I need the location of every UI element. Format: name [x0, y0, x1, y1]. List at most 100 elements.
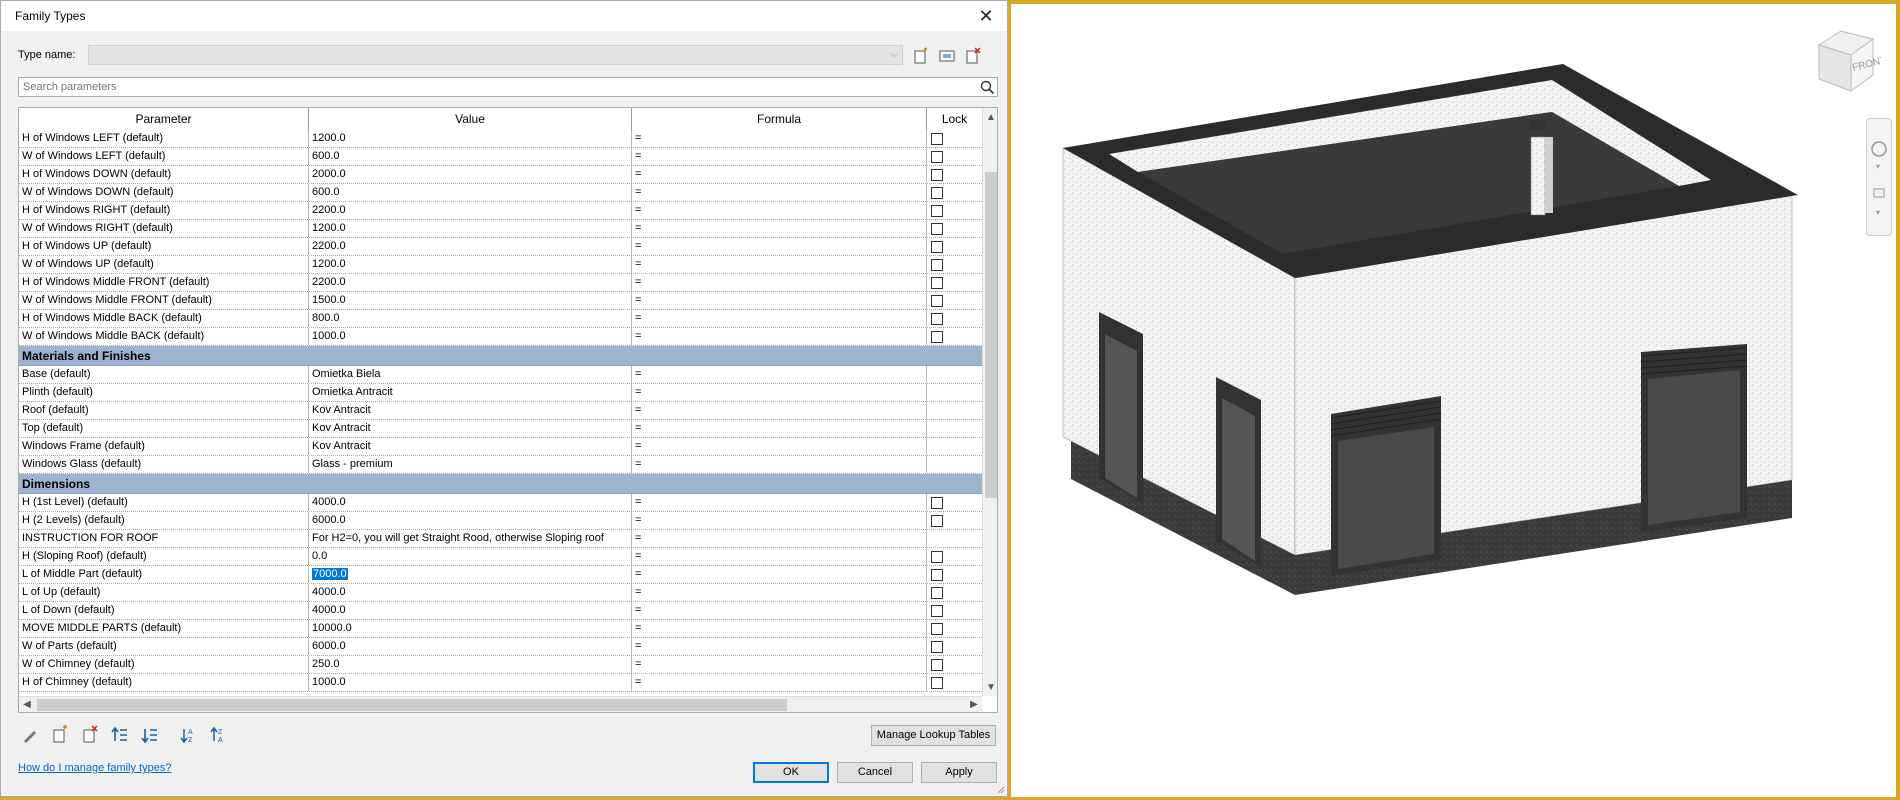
lock-checkbox[interactable] — [931, 677, 943, 689]
parameter-name[interactable]: W of Windows Middle FRONT (default) — [19, 292, 309, 309]
sort-ascending-icon[interactable]: AZ — [178, 725, 198, 745]
parameter-value-cell[interactable]: For H2=0, you will get Straight Rood, ot… — [309, 530, 632, 547]
parameter-value[interactable]: For H2=0, you will get Straight Rood, ot… — [312, 532, 604, 544]
parameter-name[interactable]: L of Up (default) — [19, 584, 309, 601]
parameter-name[interactable]: W of Windows RIGHT (default) — [19, 220, 309, 237]
rename-type-icon[interactable] — [938, 47, 956, 65]
table-row[interactable]: H of Windows Middle BACK (default) 800.0 = — [19, 310, 982, 328]
column-header-parameter[interactable]: Parameter — [19, 108, 309, 130]
parameter-name[interactable]: H (1st Level) (default) — [19, 494, 309, 511]
manage-lookup-tables-button[interactable]: Manage Lookup Tables — [871, 725, 996, 746]
table-row[interactable]: H of Windows LEFT (default) 1200.0 = — [19, 130, 982, 148]
parameter-name[interactable]: Plinth (default) — [19, 384, 309, 401]
horizontal-scroll-thumb[interactable] — [37, 699, 787, 711]
parameter-value-cell[interactable]: 4000.0 — [309, 602, 632, 619]
edit-parameter-icon[interactable] — [20, 725, 40, 745]
parameter-value[interactable]: 1000.0 — [312, 330, 346, 342]
table-row[interactable]: W of Windows Middle FRONT (default) 1500.… — [19, 292, 982, 310]
parameter-value[interactable]: 2200.0 — [312, 204, 346, 216]
lock-checkbox[interactable] — [931, 605, 943, 617]
viewcube[interactable]: FRONT — [1811, 25, 1887, 95]
scroll-down-icon[interactable]: ▼ — [983, 680, 997, 696]
parameter-value-cell[interactable]: 1200.0 — [309, 220, 632, 237]
parameter-value-cell[interactable]: Kov Antracit — [309, 402, 632, 419]
formula-cell[interactable]: = — [632, 402, 927, 419]
parameter-name[interactable]: H (2 Levels) (default) — [19, 512, 309, 529]
formula-cell[interactable]: = — [632, 166, 927, 183]
parameter-value[interactable]: 1200.0 — [312, 222, 346, 234]
parameter-value[interactable]: 6000.0 — [312, 514, 346, 526]
parameter-name[interactable]: Roof (default) — [19, 402, 309, 419]
parameter-name[interactable]: W of Parts (default) — [19, 638, 309, 655]
parameter-name[interactable]: H (Sloping Roof) (default) — [19, 548, 309, 565]
parameter-name[interactable]: H of Windows RIGHT (default) — [19, 202, 309, 219]
parameter-value-cell[interactable]: 800.0 — [309, 310, 632, 327]
lock-checkbox[interactable] — [931, 133, 943, 145]
formula-cell[interactable]: = — [632, 602, 927, 619]
parameter-name[interactable]: W of Windows DOWN (default) — [19, 184, 309, 201]
lock-checkbox[interactable] — [931, 205, 943, 217]
parameter-name[interactable]: W of Windows Middle BACK (default) — [19, 328, 309, 345]
parameter-value[interactable]: 6000.0 — [312, 640, 346, 652]
apply-button[interactable]: Apply — [921, 762, 997, 783]
parameter-name[interactable]: INSTRUCTION FOR ROOF — [19, 530, 309, 547]
parameter-value[interactable]: 1200.0 — [312, 132, 346, 144]
formula-cell[interactable]: = — [632, 148, 927, 165]
formula-cell[interactable]: = — [632, 420, 927, 437]
formula-cell[interactable]: = — [632, 328, 927, 345]
table-row[interactable]: W of Windows DOWN (default) 600.0 = — [19, 184, 982, 202]
lock-checkbox[interactable] — [931, 241, 943, 253]
formula-cell[interactable]: = — [632, 638, 927, 655]
parameter-value-cell[interactable]: 600.0 — [309, 184, 632, 201]
formula-cell[interactable]: = — [632, 238, 927, 255]
formula-cell[interactable]: = — [632, 494, 927, 511]
table-row[interactable]: H (Sloping Roof) (default) 0.0 = — [19, 548, 982, 566]
vertical-scroll-thumb[interactable] — [985, 172, 997, 498]
move-up-icon[interactable] — [110, 725, 130, 745]
lock-checkbox[interactable] — [931, 223, 943, 235]
formula-cell[interactable]: = — [632, 620, 927, 637]
vertical-scrollbar[interactable]: ▲ ▼ — [982, 108, 997, 696]
parameter-name[interactable]: L of Middle Part (default) — [19, 566, 309, 583]
lock-checkbox[interactable] — [931, 659, 943, 671]
table-row[interactable]: H (2 Levels) (default) 6000.0 = — [19, 512, 982, 530]
formula-cell[interactable]: = — [632, 366, 927, 383]
column-header-value[interactable]: Value — [309, 108, 632, 130]
parameter-value-cell[interactable]: 7000.0 — [309, 566, 632, 583]
formula-cell[interactable]: = — [632, 292, 927, 309]
parameter-value-cell[interactable]: Omietka Biela — [309, 366, 632, 383]
parameter-value[interactable]: 2200.0 — [312, 276, 346, 288]
parameter-name[interactable]: W of Windows LEFT (default) — [19, 148, 309, 165]
parameter-value[interactable]: 4000.0 — [312, 586, 346, 598]
formula-cell[interactable]: = — [632, 512, 927, 529]
parameter-value-cell[interactable]: 1200.0 — [309, 256, 632, 273]
search-parameters-field[interactable] — [18, 77, 998, 97]
table-row[interactable]: H of Windows UP (default) 2200.0 = — [19, 238, 982, 256]
table-row[interactable]: W of Parts (default) 6000.0 = — [19, 638, 982, 656]
group-header[interactable]: Dimensions — [19, 474, 982, 494]
formula-cell[interactable]: = — [632, 438, 927, 455]
search-input[interactable] — [19, 78, 967, 96]
formula-cell[interactable]: = — [632, 548, 927, 565]
parameter-value-cell[interactable]: 6000.0 — [309, 638, 632, 655]
table-row[interactable]: Base (default) Omietka Biela = — [19, 366, 982, 384]
parameter-value-cell[interactable]: 1000.0 — [309, 328, 632, 345]
scroll-left-icon[interactable]: ◀ — [19, 697, 35, 712]
parameter-value[interactable]: 2200.0 — [312, 240, 346, 252]
lock-checkbox[interactable] — [931, 331, 943, 343]
type-name-dropdown[interactable]: ⌵ — [88, 45, 903, 65]
table-row[interactable]: Windows Frame (default) Kov Antracit = — [19, 438, 982, 456]
search-icon[interactable] — [979, 79, 995, 95]
parameter-value[interactable]: 1200.0 — [312, 258, 346, 270]
parameter-value[interactable]: Omietka Antracit — [312, 386, 393, 398]
lock-checkbox[interactable] — [931, 569, 943, 581]
parameter-name[interactable]: Top (default) — [19, 420, 309, 437]
parameter-name[interactable]: H of Windows Middle FRONT (default) — [19, 274, 309, 291]
parameter-name[interactable]: W of Windows UP (default) — [19, 256, 309, 273]
parameter-value[interactable]: 600.0 — [312, 150, 340, 162]
formula-cell[interactable]: = — [632, 656, 927, 673]
parameter-name[interactable]: W of Chimney (default) — [19, 656, 309, 673]
formula-cell[interactable]: = — [632, 256, 927, 273]
parameter-name[interactable]: L of Down (default) — [19, 602, 309, 619]
table-row[interactable]: MOVE MIDDLE PARTS (default) 10000.0 = — [19, 620, 982, 638]
